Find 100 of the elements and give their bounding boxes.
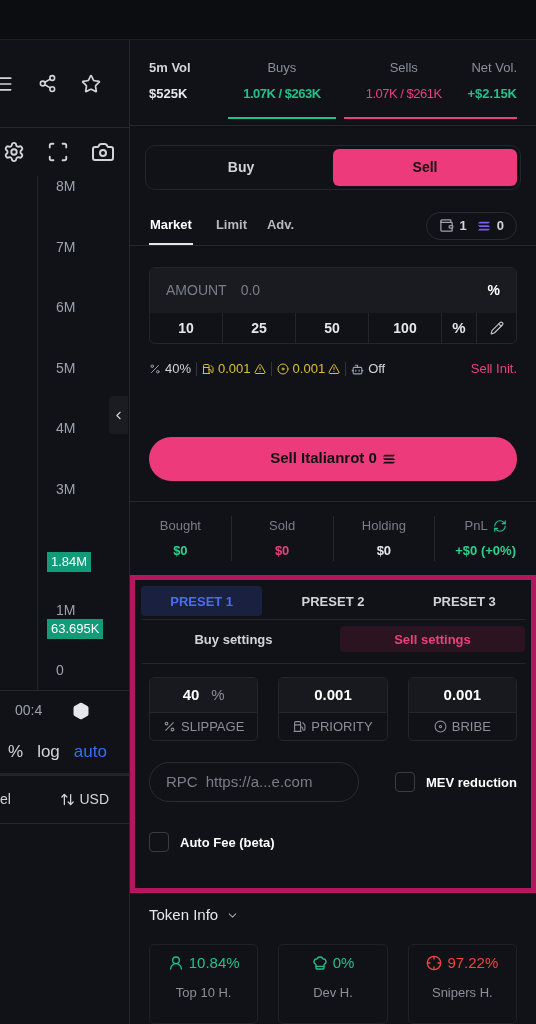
refresh-icon[interactable] xyxy=(492,518,507,533)
price-tag: 63.695K xyxy=(47,619,104,639)
side-tab[interactable]: Sell xyxy=(333,148,517,186)
footer-label: el xyxy=(0,790,11,809)
field-label: SLIPPAGE xyxy=(181,718,245,737)
field-unit: % xyxy=(211,685,225,706)
preset-tab[interactable]: PRESET 3 xyxy=(403,586,525,617)
quick-amount-button[interactable]: 100 xyxy=(369,312,442,344)
mode-link[interactable]: Sell Init. xyxy=(470,359,517,379)
user-icon xyxy=(167,955,184,972)
stat-label: Top 10 H. xyxy=(175,983,232,1002)
rpc-label: RPC xyxy=(166,772,198,793)
buys-label: Buys xyxy=(267,59,297,77)
position-label: Holding xyxy=(361,516,406,535)
auto-fee-checkbox[interactable] xyxy=(149,832,169,853)
hexagon-icon[interactable] xyxy=(72,701,91,720)
amount-unit: % xyxy=(487,280,500,300)
share-icon[interactable] xyxy=(38,74,57,93)
warning-icon xyxy=(253,363,266,376)
sells-value: 1.07K / $261K xyxy=(365,84,442,103)
position-value: $0 xyxy=(173,542,188,561)
mev-label: MEV reduction xyxy=(426,773,517,792)
star-icon[interactable] xyxy=(81,73,101,94)
pencil-icon xyxy=(489,321,504,335)
coin-stack-icon xyxy=(476,219,491,232)
price-tag: 1.84M xyxy=(47,552,92,572)
position-value: $0 xyxy=(376,542,392,561)
priority-value: 0.001 xyxy=(218,360,251,379)
net-volume-value: +$2.15K xyxy=(467,84,517,103)
camera-icon[interactable] xyxy=(91,140,115,164)
fuel-icon xyxy=(293,720,307,734)
robot-icon xyxy=(351,362,365,376)
token-info-toggle[interactable]: Token Info xyxy=(149,900,517,930)
side-tab[interactable]: Buy xyxy=(149,148,333,186)
field-value: 0.001 xyxy=(443,685,482,706)
coin-icon xyxy=(433,720,447,734)
amount-input[interactable]: 0.0 xyxy=(240,279,488,301)
scale-option[interactable]: % xyxy=(8,738,24,765)
order-tab[interactable]: Adv. xyxy=(266,206,296,245)
percent-toggle[interactable]: % xyxy=(442,312,477,344)
scale-option[interactable]: log xyxy=(37,738,60,765)
setting-field[interactable]: 40 % SLIPPAGE xyxy=(149,677,259,742)
stat-label: Snipers H. xyxy=(431,983,493,1002)
coin-icon xyxy=(276,363,289,376)
fullscreen-icon[interactable] xyxy=(47,141,69,163)
stat-value: 0% xyxy=(332,953,355,973)
settings-icon[interactable] xyxy=(3,141,25,163)
auto-status: Off xyxy=(368,360,386,379)
axis-label: 1M xyxy=(56,601,76,618)
position-label: Sold xyxy=(269,516,296,535)
axis-label: 7M xyxy=(56,238,76,255)
field-label: BRIBE xyxy=(451,718,491,737)
currency-toggle[interactable]: USD xyxy=(60,789,109,810)
rpc-input[interactable]: https://a...e.com xyxy=(205,771,346,794)
swap-icon xyxy=(60,792,76,807)
axis-label: 5M xyxy=(56,359,76,376)
quick-amount-button[interactable]: 10 xyxy=(150,312,223,344)
wallet-icon xyxy=(438,218,454,234)
fuel-icon xyxy=(202,363,215,376)
chef-hat-icon xyxy=(311,955,328,972)
axis-label: 6M xyxy=(56,299,76,315)
settings-tab[interactable]: Sell settings xyxy=(340,626,525,653)
slippage-value: 40% xyxy=(165,360,192,379)
auto-fee-label: Auto Fee (beta) xyxy=(180,833,275,852)
amount-label: AMOUNT xyxy=(166,280,227,300)
quick-amount-button[interactable]: 50 xyxy=(296,312,369,344)
sells-label: Sells xyxy=(389,59,418,77)
preset-tab[interactable]: PRESET 1 xyxy=(141,586,263,617)
axis-label: 0 xyxy=(56,662,64,678)
buys-value: 1.07K / $263K xyxy=(243,84,321,103)
crosshair-icon xyxy=(426,955,443,972)
field-label: PRIORITY xyxy=(311,718,373,737)
field-value: 40 xyxy=(182,685,200,706)
quick-amount-button[interactable]: 25 xyxy=(223,312,296,344)
axis-label: 4M xyxy=(56,420,76,436)
axis-label: 3M xyxy=(56,480,76,497)
wallet-count: 1 xyxy=(459,217,467,235)
position-value: +$0 (+0%) xyxy=(455,542,516,561)
warning-icon xyxy=(328,363,341,376)
amount-field[interactable]: AMOUNT 0.0 % xyxy=(150,267,516,313)
net-volume-label: Net Vol. xyxy=(471,59,517,77)
axis-label: 8M xyxy=(56,178,76,194)
mev-checkbox[interactable] xyxy=(395,772,415,793)
order-tab[interactable]: Limit xyxy=(214,206,248,245)
slippage-icon xyxy=(149,363,161,376)
position-label: PnL xyxy=(464,516,488,535)
setting-field[interactable]: 0.001 BRIBE xyxy=(407,677,517,742)
order-tab[interactable]: Market xyxy=(149,206,193,245)
setting-field[interactable]: 0.001 PRIORITY xyxy=(278,677,388,742)
scale-option[interactable]: auto xyxy=(73,738,107,765)
bribe-value: 0.001 xyxy=(292,360,326,379)
preset-tab[interactable]: PRESET 2 xyxy=(272,586,394,617)
coin-stack-icon xyxy=(381,452,396,465)
stat-value: 97.22% xyxy=(447,953,499,973)
sell-button[interactable]: Sell Italianrot 0 xyxy=(149,436,517,481)
settings-tab[interactable]: Buy settings xyxy=(141,626,326,653)
position-label: Bought xyxy=(159,516,201,535)
field-value: 0.001 xyxy=(314,685,352,706)
slippage-icon xyxy=(163,720,176,734)
stat-value: 10.84% xyxy=(188,953,240,973)
